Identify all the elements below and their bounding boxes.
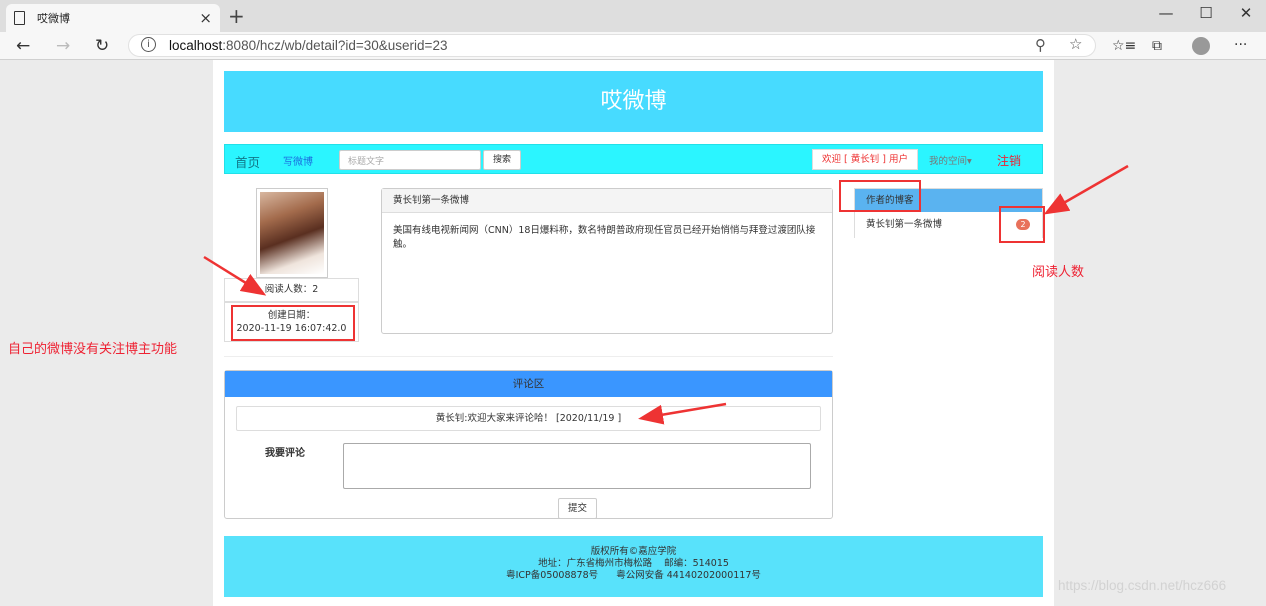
author-avatar [260,192,324,274]
nav-home-link[interactable]: 首页 [235,152,260,171]
comment-item: 黄长钊:欢迎大家来评论哈！ [2020/11/19 ] [236,406,821,431]
author-blog-item-label: 黄长钊第一条微博 [866,219,943,230]
collections-icon[interactable]: ⧉ [1152,38,1162,54]
annotation-right-note: 阅读人数 [1032,265,1085,280]
address-bar-row: ← → ↻ i localhost:8080/hcz/wb/detail?id=… [0,32,1266,60]
favorites-icon[interactable]: ☆≡ [1112,38,1136,54]
search-input[interactable]: 标题文字 [339,150,481,170]
footer-icp: 粤ICP备05008878号 粤公网安备 44140202000117号 [506,570,761,581]
welcome-user-button[interactable]: 欢迎 [ 黄长钊 ] 用户 [812,149,918,170]
annotation-box-date [231,305,355,341]
comment-header: 评论区 [225,371,832,397]
profile-avatar-icon[interactable] [1192,37,1210,55]
comment-panel: 评论区 黄长钊:欢迎大家来评论哈！ [2020/11/19 ] 我要评论 提交 [224,370,833,519]
my-comment-label: 我要评论 [265,448,305,459]
annotation-left-note: 自己的微博没有关注博主功能 [8,342,178,357]
annotation-box-badge [999,206,1045,243]
submit-comment-button[interactable]: 提交 [558,498,597,519]
refresh-icon[interactable]: ↻ [95,36,109,56]
watermark: https://blog.csdn.net/hcz666 [1058,578,1227,593]
new-tab-button[interactable]: + [228,6,245,26]
info-icon[interactable]: i [141,37,156,52]
read-count: 阅读人数：2 [224,278,359,302]
author-avatar-frame [256,188,328,278]
url-path: :8080/hcz/wb/detail?id=30&userid=23 [222,38,448,53]
site-banner: 哎微博 [224,71,1043,132]
favorite-star-icon[interactable]: ☆ [1069,35,1082,53]
tab-close-icon[interactable]: × [199,9,212,27]
top-navbar: 首页 写微博 标题文字 搜索 欢迎 [ 黄长钊 ] 用户 我的空间▾ 注销 [224,144,1043,174]
nav-write-link[interactable]: 写微博 [283,153,313,168]
annotation-box-author-blog [839,180,921,212]
post-title: 黄长钊第一条微博 [382,189,832,213]
page-icon [14,11,25,25]
more-icon[interactable]: ··· [1234,37,1247,53]
footer-address: 地址：广东省梅州市梅松路 邮编：514015 [538,558,729,569]
url-host: localhost [169,38,223,53]
my-space-dropdown[interactable]: 我的空间▾ [929,153,972,167]
back-icon[interactable]: ← [16,36,30,56]
minimize-icon[interactable]: — [1146,4,1186,22]
browser-tab[interactable]: 哎微博 × [6,4,220,32]
post-body: 美国有线电视新闻网（CNN）18日爆料称，数名特朗普政府现任官员已经开始悄悄与拜… [393,225,816,250]
tab-title: 哎微博 [37,12,70,25]
post-panel: 黄长钊第一条微博 美国有线电视新闻网（CNN）18日爆料称，数名特朗普政府现任官… [381,188,833,334]
zoom-icon[interactable]: ⚲ [1035,36,1046,54]
maximize-icon[interactable]: ☐ [1186,4,1226,22]
section-divider [224,356,833,357]
url-input[interactable]: i localhost:8080/hcz/wb/detail?id=30&use… [128,34,1096,57]
browser-tab-bar: 哎微博 × + — ☐ ✕ [0,0,1266,32]
logout-link[interactable]: 注销 [997,152,1021,169]
forward-icon[interactable]: → [56,36,70,56]
close-window-icon[interactable]: ✕ [1226,4,1266,22]
footer-copyright: 版权所有©嘉应学院 [590,546,677,557]
site-footer: 版权所有©嘉应学院 地址：广东省梅州市梅松路 邮编：514015 粤ICP备05… [224,536,1043,597]
comment-textarea[interactable] [343,443,811,489]
arrow-to-badge [1043,164,1129,215]
search-button[interactable]: 搜索 [483,150,521,170]
